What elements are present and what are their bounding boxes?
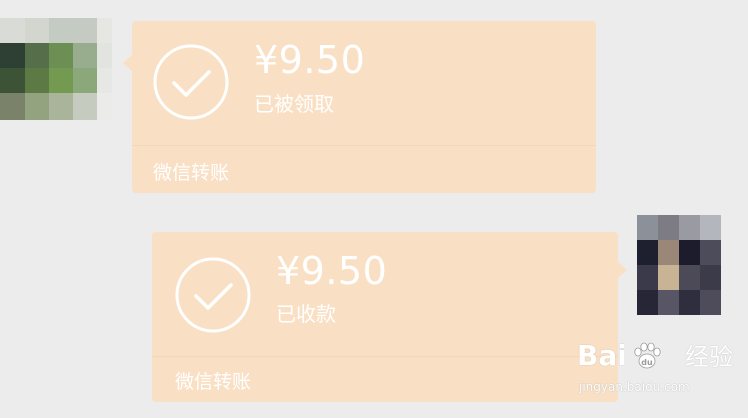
avatar-pixel — [700, 215, 721, 240]
bubble-tail — [618, 262, 627, 278]
avatar-pixel — [658, 290, 679, 315]
avatar-pixel — [700, 265, 721, 290]
avatar-pixel — [679, 265, 700, 290]
avatar-pixel — [700, 240, 721, 265]
avatar-pixel — [679, 240, 700, 265]
watermark-suffix: 经验 — [685, 343, 733, 371]
avatar-pixel — [637, 265, 658, 290]
avatar-pixel — [97, 18, 112, 43]
transfer-message-sent[interactable]: ¥9.50 已收款 微信转账 — [152, 232, 627, 402]
avatar-pixel — [637, 240, 658, 265]
avatar-pixel — [49, 93, 73, 120]
avatar-pixel — [658, 240, 679, 265]
avatar-pixel — [97, 93, 112, 120]
avatar-pixel — [0, 43, 25, 68]
avatar-pixel — [0, 68, 25, 93]
avatar-pixel — [97, 68, 112, 93]
baidu-jingyan-watermark: Bai du 经验 jingyan.baidu.com — [577, 339, 742, 415]
avatar-pixel — [73, 18, 97, 43]
bubble-divider — [152, 356, 618, 357]
avatar-pixel — [25, 43, 49, 68]
transfer-status: 已被领取 — [254, 92, 334, 116]
transfer-status: 已收款 — [276, 302, 336, 326]
transfer-message-received[interactable]: ¥9.50 已被领取 微信转账 — [123, 21, 596, 193]
avatar-pixel — [0, 93, 25, 120]
transfer-amount: ¥9.50 — [276, 249, 388, 293]
transfer-source-label: 微信转账 — [153, 162, 230, 184]
avatar-pixel — [0, 18, 25, 43]
avatar-pixel — [25, 93, 49, 120]
transfer-source-label: 微信转账 — [175, 371, 252, 393]
bubble-divider — [132, 145, 596, 146]
avatar-pixel — [700, 290, 721, 315]
transfer-amount: ¥9.50 — [254, 38, 366, 82]
check-circle-icon — [175, 257, 251, 333]
avatar-pixel — [637, 215, 658, 240]
avatar-pixel — [73, 68, 97, 93]
baidu-paw-icon: du — [634, 342, 661, 369]
avatar-pixel — [25, 68, 49, 93]
avatar-pixel — [97, 43, 112, 68]
avatar-pixel — [658, 265, 679, 290]
avatar-pixel — [658, 215, 679, 240]
check-circle-icon — [153, 44, 229, 120]
avatar-pixel — [49, 68, 73, 93]
avatar-other-user[interactable] — [0, 18, 112, 120]
svg-text:du: du — [641, 358, 653, 367]
watermark-logo-text: Bai — [577, 339, 627, 372]
avatar-pixel — [49, 18, 73, 43]
watermark-url: jingyan.baidu.com — [579, 380, 690, 394]
avatar-pixel — [25, 18, 49, 43]
avatar-pixel — [679, 215, 700, 240]
avatar-self[interactable] — [637, 215, 721, 315]
bubble-tail — [123, 55, 132, 71]
avatar-pixel — [73, 93, 97, 120]
avatar-pixel — [73, 43, 97, 68]
avatar-pixel — [679, 290, 700, 315]
avatar-pixel — [637, 290, 658, 315]
avatar-pixel — [49, 43, 73, 68]
